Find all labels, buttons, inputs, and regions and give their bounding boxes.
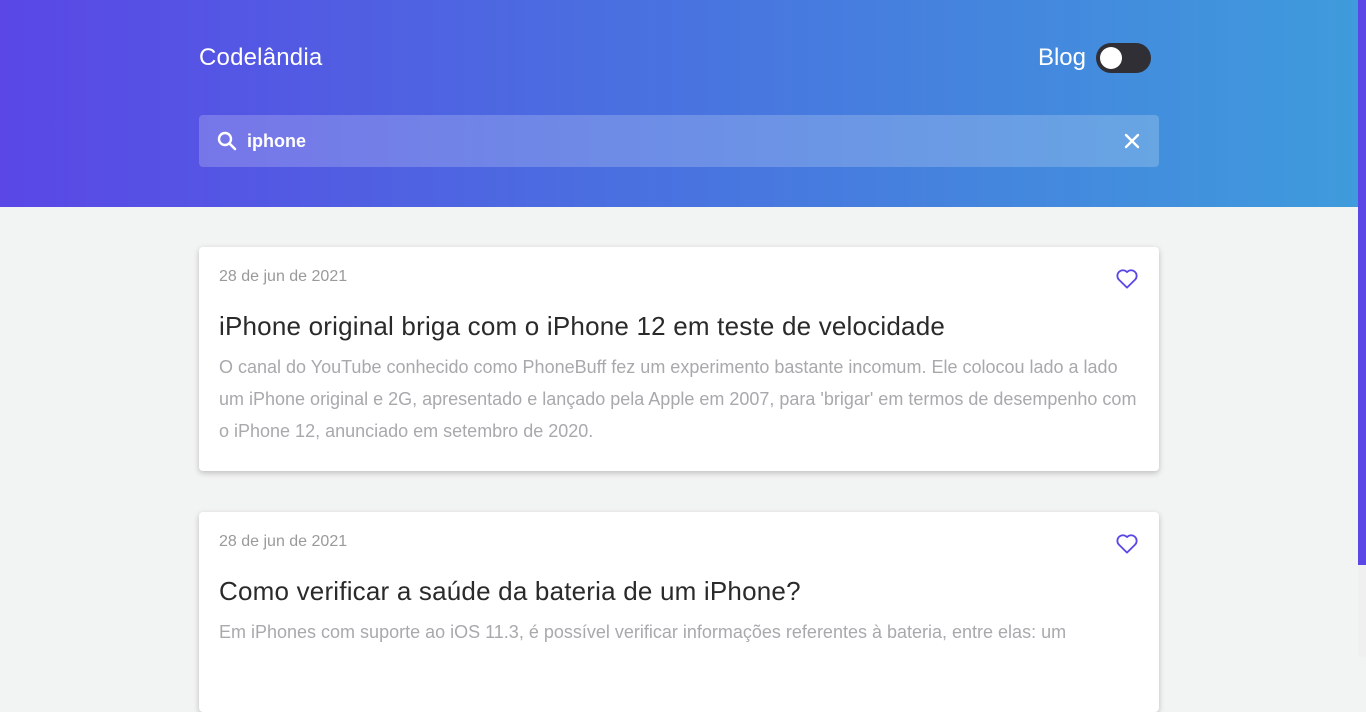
heart-icon[interactable] — [1116, 534, 1138, 554]
post-excerpt: Em iPhones com suporte ao iOS 11.3, é po… — [219, 622, 1067, 642]
scrollbar[interactable] — [1358, 0, 1366, 657]
post-card[interactable]: 28 de jun de 2021 Como verificar a saúde… — [199, 512, 1159, 712]
header: Codelândia Blog — [0, 0, 1358, 207]
close-icon[interactable] — [1123, 132, 1141, 150]
heart-icon[interactable] — [1116, 269, 1138, 289]
search-input[interactable] — [247, 127, 1107, 155]
search-bar — [199, 115, 1159, 167]
blog-label: Blog — [1037, 44, 1086, 71]
blog-toggle-group: Blog — [1038, 42, 1151, 74]
brand-logo[interactable]: Codelândia — [199, 42, 322, 74]
theme-toggle[interactable] — [1096, 43, 1151, 73]
post-excerpt: O canal do YouTube conhecido como PhoneB… — [219, 357, 1137, 441]
post-title[interactable]: Como verificar a saúde da bateria de um … — [219, 574, 801, 608]
post-title[interactable]: iPhone original briga com o iPhone 12 em… — [219, 309, 945, 343]
post-date: 28 de jun de 2021 — [219, 268, 348, 285]
post-card[interactable]: 28 de jun de 2021 iPhone original briga … — [199, 247, 1159, 471]
post-date: 28 de jun de 2021 — [219, 533, 348, 550]
scrollbar-thumb[interactable] — [1358, 0, 1366, 565]
search-icon — [217, 131, 237, 151]
toggle-knob — [1100, 47, 1122, 69]
